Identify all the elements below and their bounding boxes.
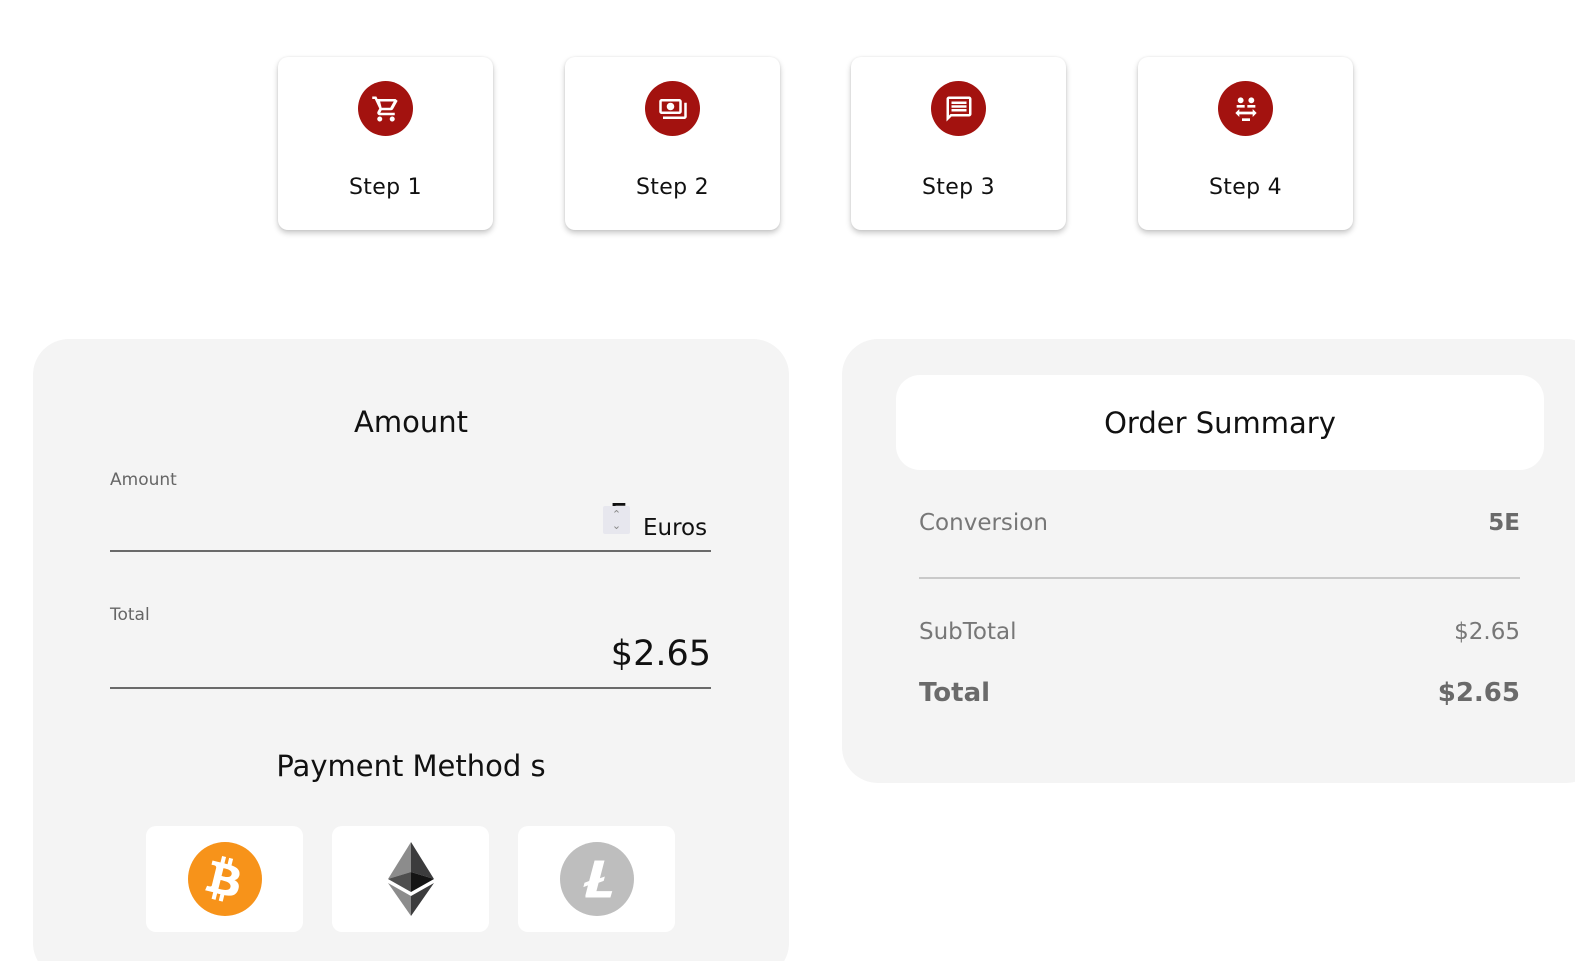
step-label: Step 1 [349,175,422,200]
transfer-icon [1218,81,1273,136]
order-summary-panel: Order Summary Conversion 5E SubTotal $2.… [842,339,1575,783]
litecoin-icon [559,842,634,916]
amount-input[interactable] [110,494,630,536]
summary-divider [919,577,1520,579]
steps-row: Step 1 Step 2 Step 3 Step 4 [0,57,1575,237]
chat-icon [931,81,986,136]
ethereum-icon [387,842,434,916]
step-label: Step 4 [1209,175,1282,200]
bitcoin-option[interactable] [146,826,303,932]
amount-field-label: Amount [110,470,177,490]
amount-stepper[interactable]: ⌃ ⌄ [603,506,630,534]
conversion-value: 5E [1488,510,1520,536]
summary-total-label: Total [919,678,991,708]
total-underline [110,687,711,689]
summary-total-value: $2.65 [1437,678,1520,708]
amount-panel: Amount Amount ⌃ ⌄ Euros Total $2.65 Paym… [33,339,789,961]
order-summary-title: Order Summary [896,375,1544,470]
cart-icon [358,81,413,136]
subtotal-label: SubTotal [919,619,1017,645]
bitcoin-icon [187,842,262,916]
litecoin-option[interactable] [518,826,675,932]
subtotal-value: $2.65 [1454,619,1520,645]
currency-unit: Euros [643,515,708,541]
money-icon [645,81,700,136]
amount-title: Amount [354,405,468,439]
chevron-down-icon[interactable]: ⌄ [603,520,630,531]
payment-methods-title: Payment Method s [276,749,546,783]
total-value: $2.65 [610,634,711,674]
ethereum-option[interactable] [332,826,489,932]
amount-underline [110,550,711,552]
step-4-card[interactable]: Step 4 [1138,57,1353,230]
step-1-card[interactable]: Step 1 [278,57,493,230]
conversion-label: Conversion [919,510,1048,536]
total-field-label: Total [110,605,150,625]
step-3-card[interactable]: Step 3 [851,57,1066,230]
step-label: Step 2 [636,175,709,200]
step-label: Step 3 [922,175,995,200]
step-2-card[interactable]: Step 2 [565,57,780,230]
